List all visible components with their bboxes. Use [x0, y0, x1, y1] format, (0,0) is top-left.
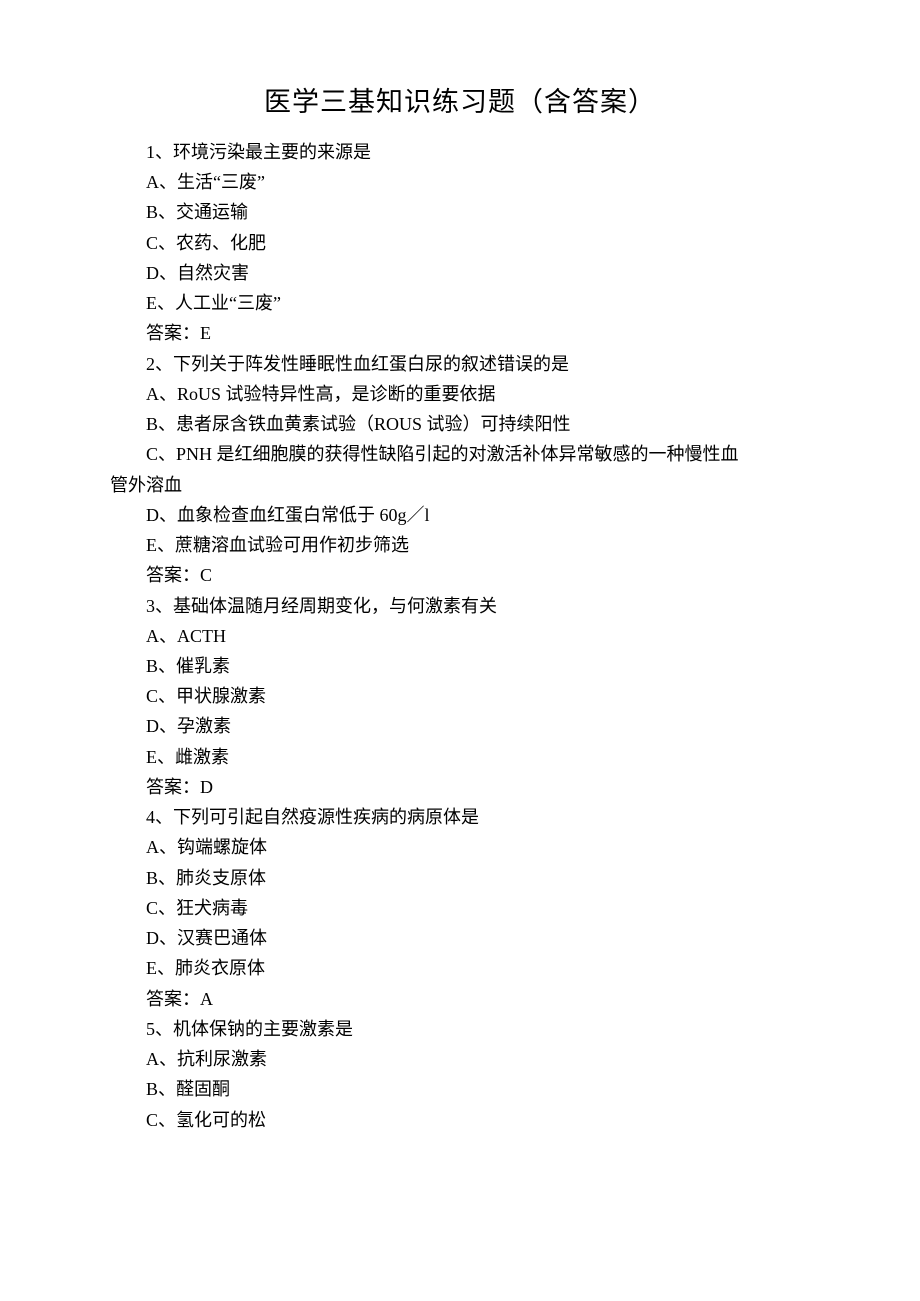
option: B、催乳素 — [110, 651, 810, 681]
option: E、肺炎衣原体 — [110, 953, 810, 983]
content-body: 1、环境污染最主要的来源是 A、生活“三废” B、交通运输 C、农药、化肥 D、… — [110, 137, 810, 1135]
option: B、醛固酮 — [110, 1074, 810, 1104]
question-stem: 5、机体保钠的主要激素是 — [110, 1014, 810, 1044]
option: D、血象检查血红蛋白常低于 60g／l — [110, 500, 810, 530]
answer: 答案：A — [110, 984, 810, 1014]
answer: 答案：E — [110, 318, 810, 348]
option: A、生活“三废” — [110, 167, 810, 197]
option: B、肺炎支原体 — [110, 863, 810, 893]
page-title: 医学三基知识练习题（含答案） — [110, 80, 810, 119]
option: D、自然灾害 — [110, 258, 810, 288]
question-stem: 1、环境污染最主要的来源是 — [110, 137, 810, 167]
question-stem: 2、下列关于阵发性睡眠性血红蛋白尿的叙述错误的是 — [110, 349, 810, 379]
option: C、甲状腺激素 — [110, 681, 810, 711]
option-multiline: C、PNH 是红细胞膜的获得性缺陷引起的对激活补体异常敏感的一种慢性血 — [110, 439, 810, 469]
answer: 答案：C — [110, 560, 810, 590]
option: D、孕激素 — [110, 711, 810, 741]
answer: 答案：D — [110, 772, 810, 802]
option: D、汉赛巴通体 — [110, 923, 810, 953]
option: A、ACTH — [110, 621, 810, 651]
option: C、氢化可的松 — [110, 1105, 810, 1135]
option: E、蔗糖溶血试验可用作初步筛选 — [110, 530, 810, 560]
option: C、狂犬病毒 — [110, 893, 810, 923]
question-stem: 4、下列可引起自然疫源性疾病的病原体是 — [110, 802, 810, 832]
option: A、RoUS 试验特异性高，是诊断的重要依据 — [110, 379, 810, 409]
question-stem: 3、基础体温随月经周期变化，与何激素有关 — [110, 591, 810, 621]
option: B、患者尿含铁血黄素试验（ROUS 试验）可持续阳性 — [110, 409, 810, 439]
option: A、抗利尿激素 — [110, 1044, 810, 1074]
option: E、雌激素 — [110, 742, 810, 772]
option: A、钩端螺旋体 — [110, 832, 810, 862]
option: E、人工业“三废” — [110, 288, 810, 318]
option: C、农药、化肥 — [110, 228, 810, 258]
option-continuation: 管外溶血 — [110, 470, 810, 500]
option: B、交通运输 — [110, 197, 810, 227]
